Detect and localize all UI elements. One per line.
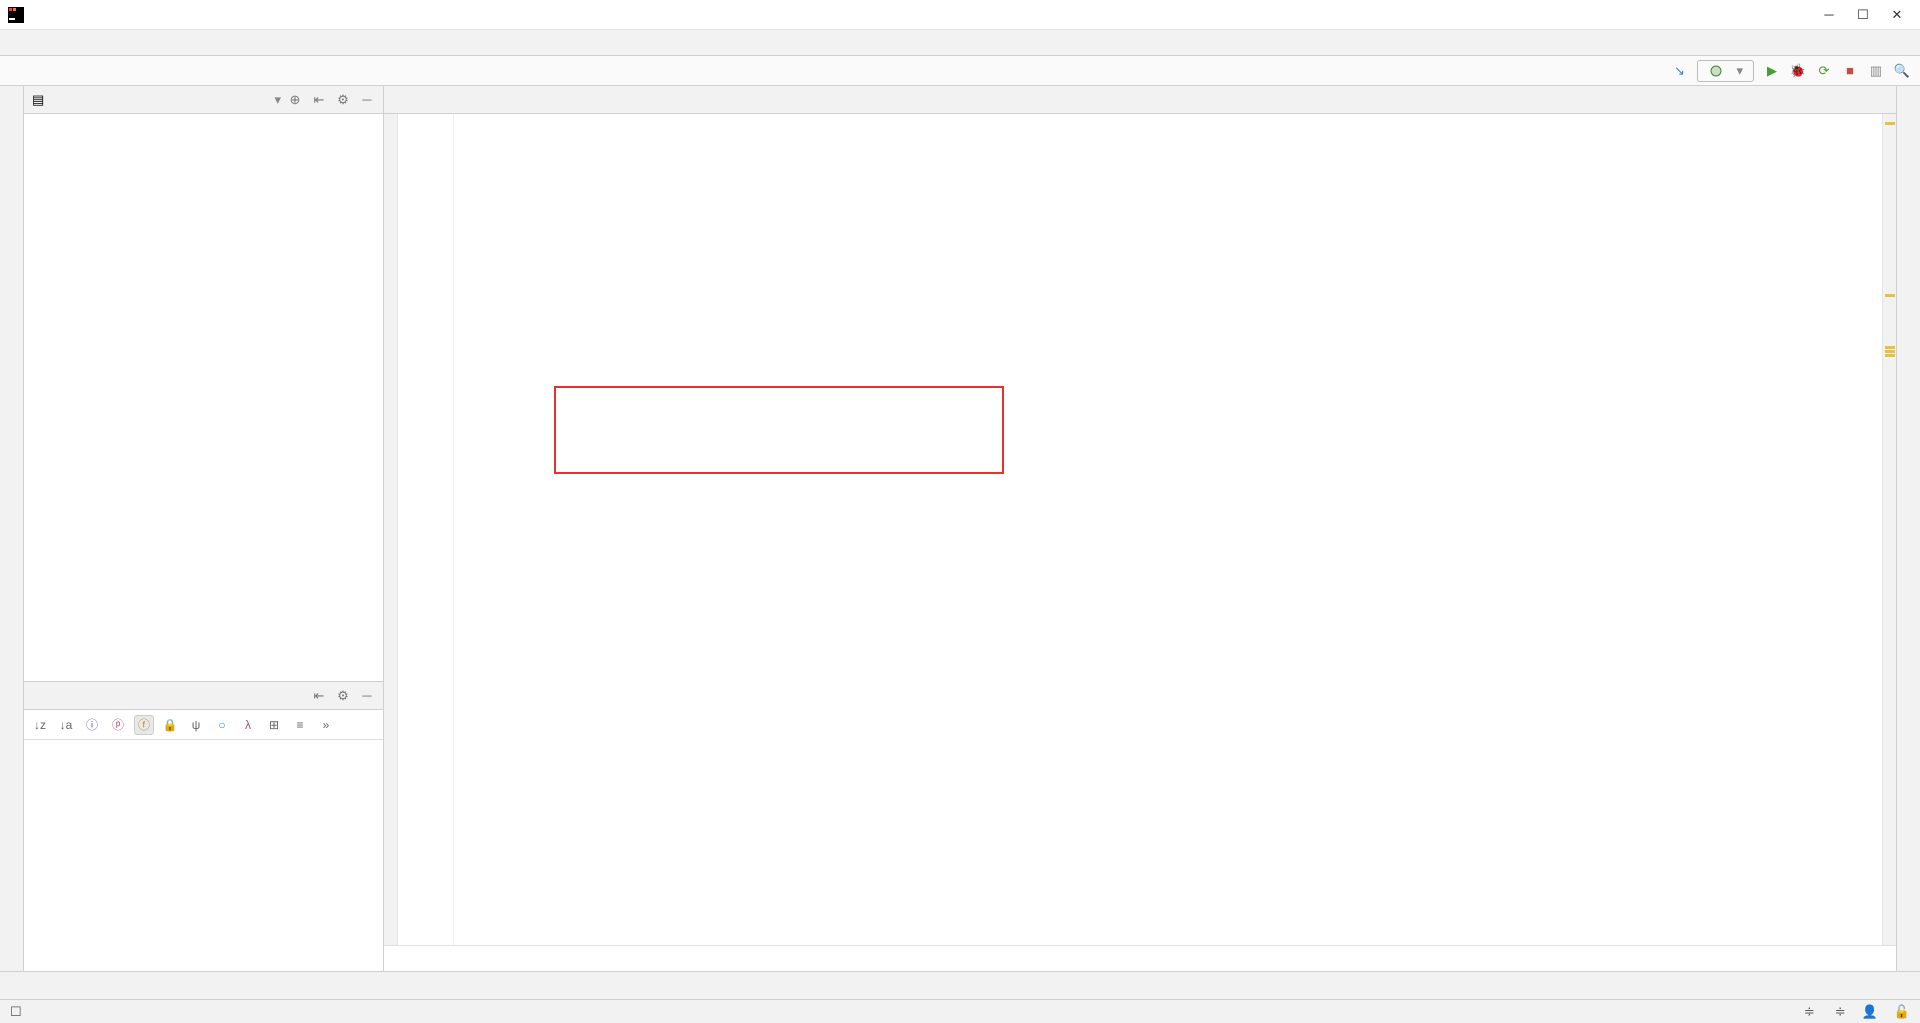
circle-icon[interactable]: ○ — [212, 715, 232, 735]
menubar — [0, 30, 1920, 56]
sort-vis-icon[interactable]: ↓a — [56, 715, 76, 735]
navbar: ↘ ▾ ▶ 🐞 ⟳ ■ ▥ 🔍 — [0, 56, 1920, 86]
debug-icon[interactable]: 🐞 — [1790, 63, 1806, 79]
project-tree[interactable] — [24, 114, 383, 681]
build-icon[interactable]: ↘ — [1671, 63, 1687, 79]
project-pane-icon: ▤ — [32, 92, 44, 108]
collapse2-icon[interactable]: ≡ — [290, 715, 310, 735]
run-icon[interactable]: ▶ — [1764, 63, 1780, 79]
code-area[interactable] — [384, 114, 1896, 945]
hide-icon[interactable]: ─ — [359, 688, 375, 704]
expand-icon[interactable]: ⊞ — [264, 715, 284, 735]
run-config-selector[interactable]: ▾ — [1697, 60, 1754, 82]
lock-icon[interactable]: 🔓 — [1894, 1004, 1910, 1020]
show-inherited-icon[interactable]: ⓘ — [82, 715, 102, 735]
collapse-icon[interactable]: ⇤ — [311, 92, 327, 108]
show-nonpublic-icon[interactable]: 🔒 — [160, 715, 180, 735]
sort-alpha-icon[interactable]: ↓z — [30, 715, 50, 735]
left-toolwindow-stripe — [0, 86, 24, 971]
collapse-icon[interactable]: ⇤ — [311, 688, 327, 704]
line-separator[interactable]: ≑ — [1800, 1004, 1815, 1020]
fork-icon[interactable]: ψ — [186, 715, 206, 735]
inspector-icon[interactable]: 👤 — [1862, 1004, 1878, 1020]
layout-icon[interactable]: ▥ — [1868, 63, 1884, 79]
gear-icon[interactable]: ⚙ — [335, 92, 351, 108]
project-pane-header: ▤ ▾ ⊕ ⇤ ⚙ ─ — [24, 86, 383, 114]
code-editor[interactable] — [454, 114, 1882, 945]
minimize-button[interactable]: ─ — [1822, 8, 1836, 22]
statusbar: ☐ ≑ ≑ 👤 🔓 — [0, 999, 1920, 1023]
main-area: ▤ ▾ ⊕ ⇤ ⚙ ─ ⇤ ⚙ ─ ↓z ↓a — [0, 86, 1920, 971]
editor-gutter[interactable] — [384, 114, 454, 945]
highlight-box — [554, 386, 1004, 474]
left-panel: ▤ ▾ ⊕ ⇤ ⚙ ─ ⇤ ⚙ ─ ↓z ↓a — [24, 86, 384, 971]
close-button[interactable]: ✕ — [1890, 8, 1904, 22]
hide-icon[interactable]: ─ — [359, 92, 375, 108]
show-fields-icon[interactable]: ⓕ — [134, 715, 154, 735]
window-controls: ─ ☐ ✕ — [1822, 8, 1904, 22]
editor-breadcrumb — [384, 945, 1896, 971]
structure-pane: ⇤ ⚙ ─ ↓z ↓a ⓘ ⓟ ⓕ 🔒 ψ ○ λ ⊞ ≡ » — [24, 681, 383, 971]
titlebar: ─ ☐ ✕ — [0, 0, 1920, 30]
maximize-button[interactable]: ☐ — [1856, 8, 1870, 22]
structure-tree[interactable] — [24, 740, 383, 971]
gear-icon[interactable]: ⚙ — [335, 688, 351, 704]
structure-pane-header: ⇤ ⚙ ─ — [24, 682, 383, 710]
app-logo-icon — [8, 7, 24, 23]
structure-toolbar: ↓z ↓a ⓘ ⓟ ⓕ 🔒 ψ ○ λ ⊞ ≡ » — [24, 710, 383, 740]
show-properties-icon[interactable]: ⓟ — [108, 715, 128, 735]
editor-tabs — [384, 86, 1896, 114]
error-stripe[interactable] — [1882, 114, 1896, 945]
run-config-icon — [1708, 63, 1724, 79]
bottom-toolbar — [0, 971, 1920, 999]
editor-area — [384, 86, 1896, 971]
search-icon[interactable]: 🔍 — [1894, 63, 1910, 79]
more-icon[interactable]: » — [316, 715, 336, 735]
coverage-icon[interactable]: ⟳ — [1816, 63, 1832, 79]
encoding[interactable]: ≑ — [1831, 1004, 1846, 1020]
chevron-down-icon: ▾ — [1736, 63, 1743, 79]
right-toolwindow-stripe — [1896, 86, 1920, 971]
lambda-icon[interactable]: λ — [238, 715, 258, 735]
locate-icon[interactable]: ⊕ — [287, 92, 303, 108]
status-icon: ☐ — [10, 1004, 22, 1020]
chevron-down-icon[interactable]: ▾ — [274, 92, 281, 108]
stop-icon[interactable]: ■ — [1842, 63, 1858, 79]
